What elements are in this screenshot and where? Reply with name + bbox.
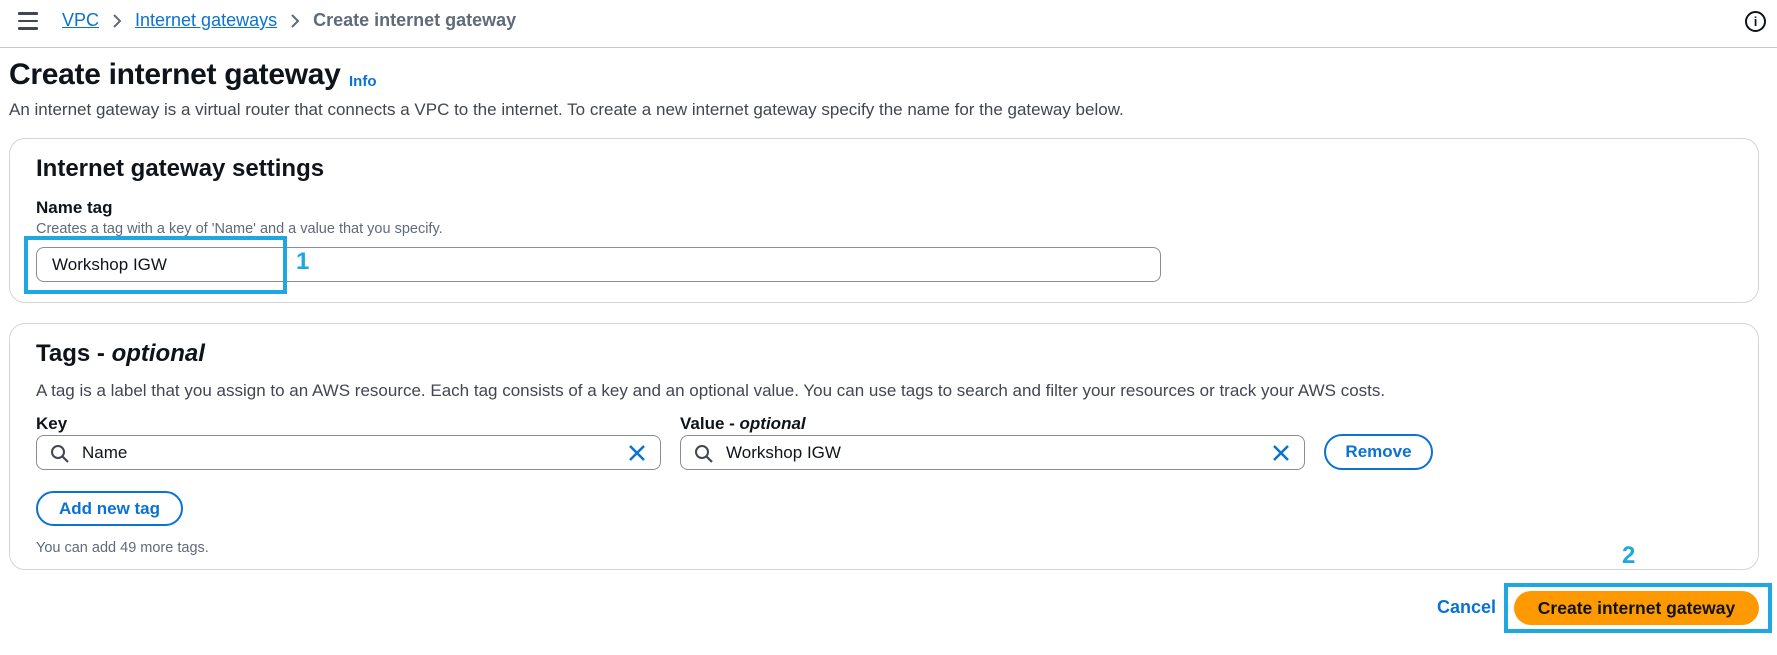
hamburger-menu-icon[interactable]	[18, 12, 38, 30]
add-new-tag-button[interactable]: Add new tag	[36, 491, 183, 526]
annotation-highlight-1	[24, 236, 287, 294]
annotation-highlight-2	[1504, 583, 1772, 633]
page-title: Create internet gateway	[9, 58, 341, 91]
close-x-icon[interactable]	[626, 442, 648, 464]
annotation-label-1: 1	[296, 248, 310, 275]
breadcrumb-vpc-link[interactable]: VPC	[62, 10, 99, 31]
tag-key-value: Name	[82, 443, 128, 462]
tags-panel: Tags - optional A tag is a label that yo…	[9, 323, 1759, 570]
chevron-right-icon	[290, 13, 300, 29]
settings-panel-title: Internet gateway settings	[36, 155, 325, 182]
name-tag-label: Name tag	[36, 198, 113, 217]
top-navigation-bar: VPC Internet gateways Create internet ga…	[0, 0, 1777, 48]
annotation-label-2: 2	[1622, 542, 1636, 569]
tags-panel-title: Tags - optional	[36, 340, 205, 367]
cancel-button[interactable]: Cancel	[1437, 597, 1496, 618]
breadcrumb-internet-gateways-link[interactable]: Internet gateways	[135, 10, 277, 31]
info-circle-icon[interactable]: i	[1745, 11, 1766, 32]
name-tag-hint: Creates a tag with a key of 'Name' and a…	[36, 221, 443, 237]
tags-description: A tag is a label that you assign to an A…	[36, 381, 1386, 400]
search-icon	[51, 445, 69, 463]
remove-tag-button[interactable]: Remove	[1324, 434, 1433, 470]
tag-key-input[interactable]: Name	[36, 435, 661, 470]
info-link[interactable]: Info	[349, 73, 377, 90]
breadcrumb-current: Create internet gateway	[313, 10, 517, 30]
tags-remaining-hint: You can add 49 more tags.	[36, 540, 209, 556]
tag-value-label: Value - optional	[680, 414, 806, 433]
tag-value-value: Workshop IGW	[726, 443, 841, 462]
breadcrumb: VPC Internet gateways Create internet ga…	[62, 10, 516, 31]
page-description: An internet gateway is a virtual router …	[9, 100, 1124, 119]
search-icon	[695, 445, 713, 463]
chevron-right-icon	[112, 13, 122, 29]
tag-key-label: Key	[36, 414, 68, 433]
tag-value-input[interactable]: Workshop IGW	[680, 435, 1305, 470]
close-x-icon[interactable]	[1270, 442, 1292, 464]
